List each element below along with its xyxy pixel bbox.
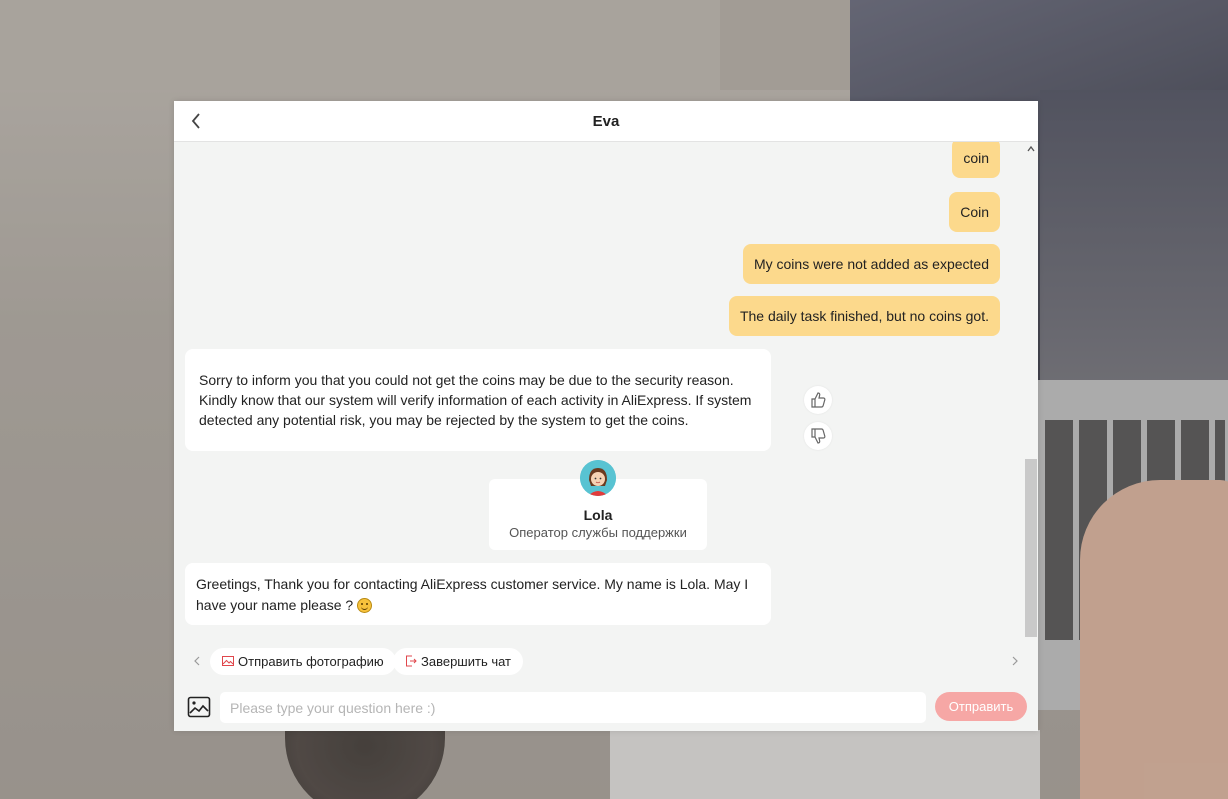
input-bar: Отправить [174, 685, 1038, 731]
upload-image-button[interactable] [187, 695, 211, 719]
image-icon [187, 696, 211, 718]
send-photo-button[interactable]: Отправить фотографию [210, 648, 396, 675]
thumbs-down-icon [811, 428, 826, 444]
scroll-up-icon[interactable] [1027, 145, 1035, 153]
like-button[interactable] [804, 386, 832, 414]
chat-window: Eva coin Coin My coins were not added as… [174, 101, 1038, 731]
send-photo-label: Отправить фотографию [238, 654, 384, 669]
agent-name: Lola [583, 507, 613, 523]
user-message: The daily task finished, but no coins go… [728, 296, 1000, 336]
chevron-right-icon[interactable] [1008, 654, 1022, 668]
dislike-button[interactable] [804, 422, 832, 450]
quick-actions-bar: Отправить фотографию Завершить чат [174, 645, 1038, 677]
scroll-thumb[interactable] [1025, 459, 1037, 637]
user-message: My coins were not added as expected [742, 244, 1000, 284]
greeting-text: Greetings, Thank you for contacting AliE… [196, 576, 749, 613]
exit-icon [406, 655, 417, 667]
greeting-message: Greetings, Thank you for contacting AliE… [185, 563, 771, 625]
image-icon [222, 656, 234, 666]
message-list: coin Coin My coins were not added as exp… [174, 142, 1024, 637]
end-chat-button[interactable]: Завершить чат [393, 648, 524, 675]
user-message: coin [952, 142, 1000, 178]
thumbs-up-icon [811, 392, 826, 408]
smile-emoji-icon [357, 598, 373, 613]
bot-message-text: Sorry to inform you that you could not g… [199, 372, 752, 428]
bot-message: Sorry to inform you that you could not g… [185, 349, 771, 451]
message-input[interactable] [220, 692, 926, 723]
user-message: Coin [949, 192, 1000, 232]
chevron-left-icon[interactable] [190, 654, 204, 668]
end-chat-label: Завершить чат [421, 654, 512, 669]
agent-role: Оператор службы поддержки [509, 525, 687, 540]
send-button[interactable]: Отправить [935, 692, 1027, 721]
agent-avatar [580, 460, 616, 496]
chat-header: Eva [174, 101, 1038, 142]
chat-title: Eva [592, 113, 620, 130]
scrollbar[interactable] [1024, 142, 1038, 637]
